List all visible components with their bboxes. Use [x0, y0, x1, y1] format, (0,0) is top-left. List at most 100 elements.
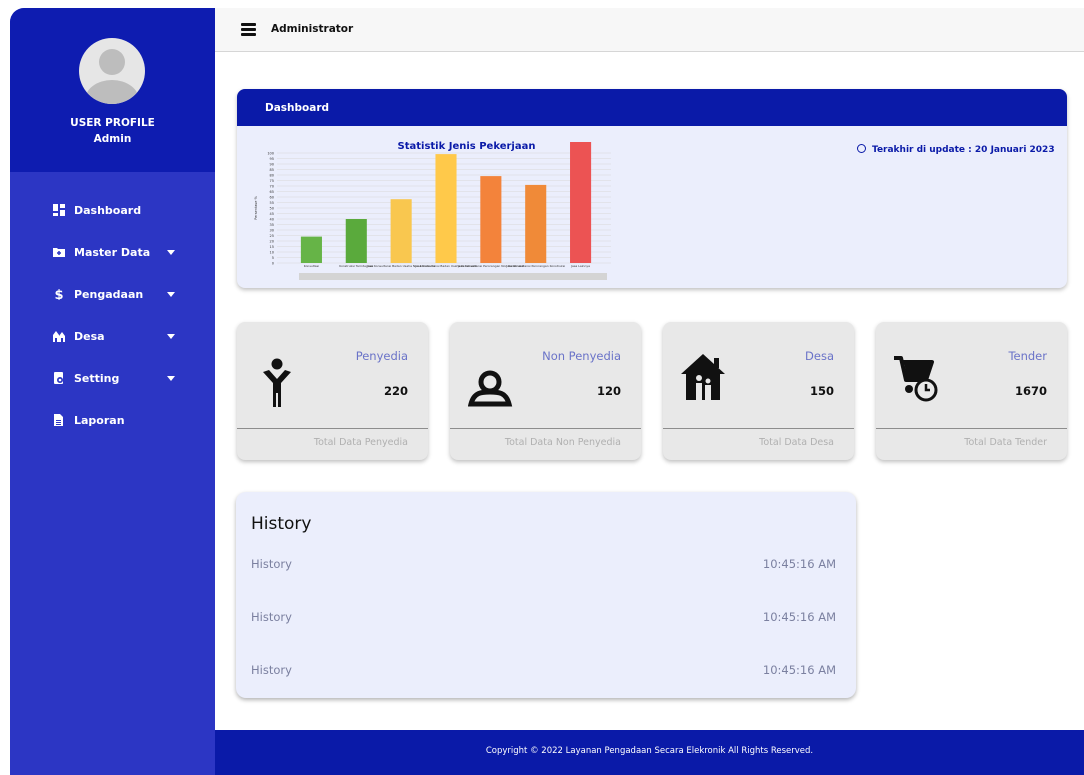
sidebar-item-label: Pengadaan: [74, 288, 144, 301]
stat-value: 150: [809, 384, 834, 398]
stat-label: Tender: [1008, 349, 1047, 363]
copyright-text: Copyright © 2022 Layanan Pengadaan Secar…: [485, 746, 814, 756]
chart-y-tick-label: 75: [270, 179, 274, 183]
bar-chart: 0 510 1520 2530 3540 4550 5560 6570 7580 8590 9510…: [254, 142, 611, 280]
history-item-time: 10:45:16 AM: [762, 610, 836, 624]
stat-footer: Total Data Non Penyedia: [504, 437, 621, 448]
chart-y-tick-label: 20: [270, 240, 274, 244]
village-icon: [53, 331, 65, 342]
history-item-label: History: [251, 557, 292, 571]
svg-text:$: $: [54, 288, 63, 300]
last-update: Terakhir di update : 20 Januari 2023: [857, 144, 1055, 155]
chart-y-tick-label: 0: [272, 262, 274, 266]
top-bar: Administrator: [215, 8, 1084, 52]
chart-bar: [570, 142, 592, 263]
person-icon: [263, 358, 291, 407]
house-family-icon: [681, 354, 725, 400]
chart-x-tick-label: Konsultasi: [304, 264, 319, 268]
sidebar-menu: Dashboard Master Data $ Pengadaan Desa S…: [10, 191, 215, 443]
chevron-down-icon[interactable]: [167, 292, 175, 297]
divider: [450, 428, 641, 429]
chart-y-tick-label: 100: [267, 152, 274, 156]
chart-bar: [435, 154, 457, 263]
stat-value: 120: [596, 384, 621, 398]
sidebar-item-laporan[interactable]: Laporan: [10, 401, 215, 443]
chart-y-tick-label: 40: [270, 218, 274, 222]
stat-label: Desa: [805, 349, 834, 363]
settings-device-icon: [54, 372, 63, 384]
sidebar-item-pengadaan[interactable]: $ Pengadaan: [10, 275, 215, 317]
stat-value: 220: [383, 384, 408, 398]
dashboard-title: Dashboard: [265, 102, 330, 114]
chart-x-tick-label: Jasa Lainnya: [570, 264, 590, 268]
user-avatar-icon: [79, 38, 145, 104]
divider: [663, 428, 854, 429]
chart-y-tick-label: 15: [270, 245, 274, 249]
history-panel: History History 10:45:16 AM History 10:4…: [236, 492, 856, 698]
sidebar-item-dashboard[interactable]: Dashboard: [10, 191, 215, 233]
chart-y-tick-label: 10: [270, 251, 274, 255]
dashboard-card: Dashboard Terakhir di update : 20 Januar…: [237, 89, 1067, 288]
chart-y-tick-label: 85: [270, 168, 274, 172]
hamburger-icon[interactable]: [241, 23, 256, 36]
dashboard-card-header: Dashboard: [237, 89, 1067, 126]
divider: [876, 428, 1067, 429]
stat-footer: Total Data Penyedia: [313, 437, 408, 448]
chart-y-tick-label: 35: [270, 223, 274, 227]
chart-y-tick-label: 30: [270, 229, 274, 233]
stat-label: Non Penyedia: [542, 349, 621, 363]
sidebar-item-label: Dashboard: [74, 204, 142, 217]
history-item-time: 10:45:16 AM: [762, 663, 836, 677]
chart-x-tick-label: Jasa Konsultansi Perorangan Konstruksi: [505, 264, 565, 268]
chart-bar: [525, 184, 547, 263]
sidebar: USER PROFILE Admin Dashboard Master Data: [10, 8, 215, 775]
report-file-icon: [54, 414, 63, 426]
history-item-label: History: [251, 663, 292, 677]
sidebar-item-setting[interactable]: Setting: [10, 359, 215, 401]
topbar-title: Administrator: [271, 23, 354, 35]
last-update-text: Terakhir di update : 20 Januari 2023: [872, 145, 1055, 155]
stat-card-desa: Desa 150 Total Data Desa: [663, 322, 854, 460]
sidebar-item-desa[interactable]: Desa: [10, 317, 215, 359]
chart-y-tick-label: 60: [270, 196, 274, 200]
history-item-label: History: [251, 610, 292, 624]
chevron-down-icon[interactable]: [167, 250, 175, 255]
stat-card-non-penyedia: Non Penyedia 120 Total Data Non Penyedia: [450, 322, 641, 460]
profile-title: USER PROFILE: [70, 117, 155, 129]
chart-y-tick-label: 95: [270, 157, 274, 161]
chart-bar: [345, 219, 367, 263]
chevron-down-icon[interactable]: [167, 334, 175, 339]
divider: [237, 428, 428, 429]
dashboard-grid-icon: [53, 204, 65, 216]
folder-plus-icon: [53, 248, 65, 257]
chart-y-tick-label: 90: [270, 163, 274, 167]
history-title: History: [251, 514, 312, 534]
stat-value: 1670: [1014, 384, 1047, 398]
chart-y-tick-label: 45: [270, 212, 274, 216]
chart-y-axis-label: Persentase %: [254, 195, 258, 219]
chart-bar: [300, 236, 322, 263]
chart-bar: [480, 176, 502, 263]
dollar-icon: $: [54, 288, 63, 300]
page-footer: Copyright © 2022 Layanan Pengadaan Secar…: [215, 730, 1084, 775]
chart-scrollbar: [299, 273, 607, 280]
users-outline-icon: [468, 370, 513, 407]
stat-card-tender: Tender 1670 Total Data Tender: [876, 322, 1067, 460]
chart-y-tick-label: 70: [270, 185, 274, 189]
history-item-time: 10:45:16 AM: [762, 557, 836, 571]
chart-title: Statistik Jenis Pekerjaan: [397, 141, 536, 152]
sidebar-item-label: Desa: [74, 330, 105, 343]
sidebar-item-label: Laporan: [74, 414, 125, 427]
stat-footer: Total Data Desa: [759, 437, 834, 448]
chart-y-tick-label: 5: [272, 256, 274, 260]
stat-label: Penyedia: [355, 349, 408, 363]
chart-y-tick-label: 65: [270, 190, 274, 194]
refresh-clock-icon: [857, 144, 866, 153]
cart-clock-icon: [894, 356, 938, 402]
sidebar-item-master-data[interactable]: Master Data: [10, 233, 215, 275]
chart-y-tick-label: 25: [270, 234, 274, 238]
chevron-down-icon[interactable]: [167, 376, 175, 381]
app-window: USER PROFILE Admin Dashboard Master Data: [10, 8, 1084, 775]
stat-footer: Total Data Tender: [964, 437, 1047, 448]
chart-y-tick-label: 50: [270, 207, 274, 211]
